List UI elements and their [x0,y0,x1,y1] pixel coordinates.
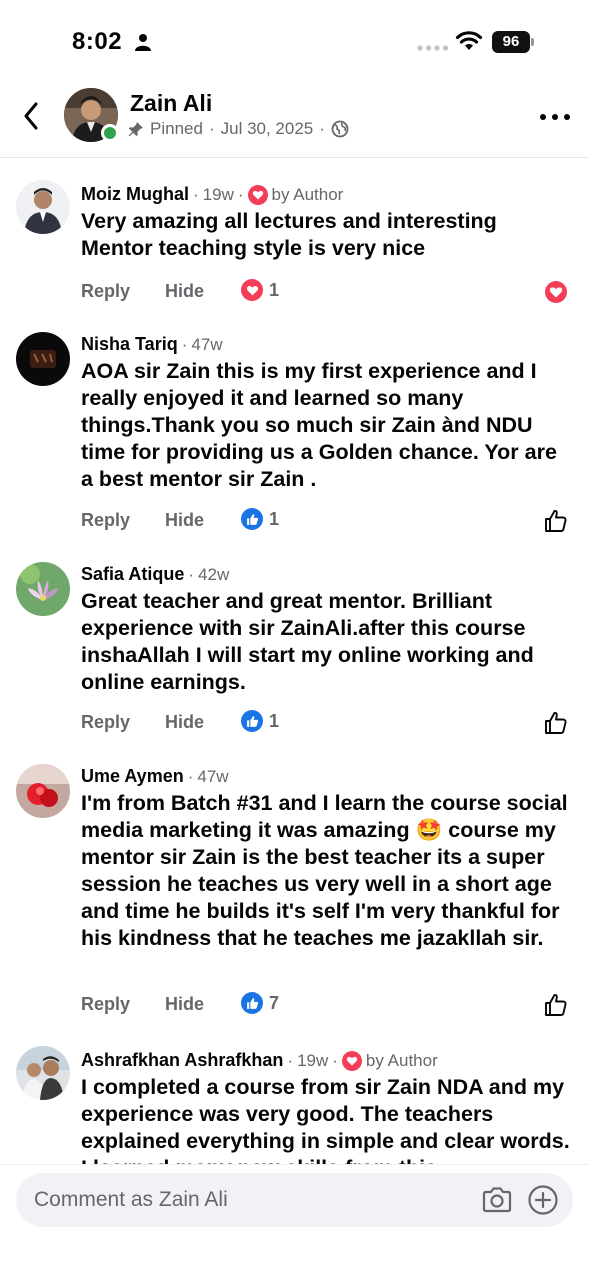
pinned-label: Pinned [150,119,203,138]
home-indicator-area [0,1273,589,1280]
person-icon [135,34,151,51]
heart-icon [341,1050,362,1071]
thumbs-up-outline-icon [545,993,567,1016]
comment-input[interactable] [34,1173,454,1227]
thumbs-up-outline-icon [545,711,567,734]
back-arrow-icon[interactable] [16,98,48,134]
like-icon [241,992,263,1014]
comment-author[interactable]: Ume Aymen [81,766,184,787]
comment-author[interactable]: Safia Atique [81,564,184,585]
reaction-count: 1 [269,710,280,731]
status-bar: 8:02 96 [0,0,589,80]
reply-button[interactable]: Reply [81,281,130,302]
wifi-icon [455,31,483,50]
more-options-button[interactable] [540,102,570,132]
reaction-summary[interactable]: 1 [241,279,279,301]
heart-icon [545,281,567,303]
like-button[interactable] [543,710,569,736]
hide-button[interactable]: Hide [165,281,204,302]
comment-text: Very amazing all lectures and interestin… [81,209,497,260]
reply-button[interactable]: Reply [81,712,130,733]
reaction-count: 1 [269,508,280,529]
comment-text: AOA sir Zain this is my first experience… [81,359,557,491]
like-button[interactable] [543,508,569,534]
like-icon [241,710,263,732]
avatar[interactable] [16,764,70,818]
comment-time[interactable]: 19w [203,185,234,205]
author-badge: by Author [341,1050,438,1071]
avatar[interactable] [16,1046,70,1100]
comment-time[interactable]: 47w [191,335,222,355]
comment-text: Great teacher and great mentor. Brillian… [81,589,534,694]
hide-button[interactable]: Hide [165,510,204,531]
comments-list: Moiz Mughal · 19w · by Author Very amazi… [0,158,589,1164]
reaction-summary[interactable]: 7 [241,992,279,1014]
post-header: Zain Ali Pinned · Jul 30, 2025 · [0,80,589,158]
signal-icon [417,45,449,51]
comment-text: I'm from Batch #31 and I learn the cours… [81,791,568,950]
reaction-count: 7 [269,992,280,1013]
hide-button[interactable]: Hide [165,712,204,733]
heart-icon [241,279,263,301]
avatar[interactable] [16,180,70,234]
love-reaction-button[interactable] [543,279,569,305]
thumbs-up-outline-icon [545,509,567,532]
online-status-indicator [101,124,119,142]
comment-author[interactable]: Nisha Tariq [81,334,178,355]
battery-icon: 96 [492,31,534,53]
comment-author[interactable]: Ashrafkhan Ashrafkhan [81,1050,283,1071]
add-circle-icon[interactable] [527,1184,559,1216]
author-badge-label: by Author [271,184,344,204]
more-icon [540,114,546,120]
pin-icon [128,122,143,137]
reply-button[interactable]: Reply [81,994,130,1015]
comment-text: I completed a course from sir Zain NDA a… [81,1075,570,1164]
meta-separator: · [208,119,215,138]
comment-author[interactable]: Moiz Mughal [81,184,189,205]
page-title[interactable]: Zain Ali [130,90,212,117]
reaction-summary[interactable]: 1 [241,710,279,732]
battery-level: 96 [492,31,530,53]
globe-icon [331,120,349,138]
reply-button[interactable]: Reply [81,510,130,531]
heart-icon [247,184,268,205]
camera-icon[interactable] [481,1185,513,1215]
author-badge-label: by Author [365,1050,438,1070]
like-button[interactable] [543,992,569,1018]
meta-separator: · [319,119,325,138]
status-time: 8:02 [72,28,123,55]
comment-composer [0,1164,589,1280]
hide-button[interactable]: Hide [165,994,204,1015]
post-meta: Pinned · Jul 30, 2025 · [128,119,349,139]
reaction-count: 1 [269,279,280,300]
avatar[interactable] [16,562,70,616]
avatar[interactable] [16,332,70,386]
author-badge: by Author [247,184,344,205]
post-date[interactable]: Jul 30, 2025 [221,119,314,139]
comment-box[interactable] [16,1173,573,1227]
reaction-summary[interactable]: 1 [241,508,279,530]
comment-time[interactable]: 47w [197,767,228,787]
like-icon [241,508,263,530]
comment-time[interactable]: 42w [198,565,229,585]
comment-time[interactable]: 19w [297,1051,328,1071]
